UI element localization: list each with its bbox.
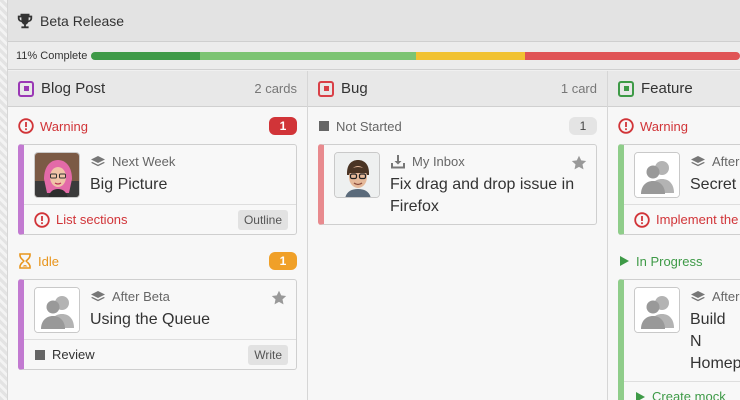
play-icon [618, 255, 630, 267]
card-title: Using the Queue [90, 311, 211, 328]
bug-type-icon [318, 80, 334, 97]
group-warning[interactable]: Warning [608, 114, 740, 138]
card-task-label: Implement the [656, 212, 739, 227]
group-count-badge: 1 [269, 252, 297, 270]
card-task-label: List sections [56, 212, 128, 227]
progress-label: 11% Complete [16, 49, 88, 62]
progress-segment-complete [91, 51, 201, 60]
column-header[interactable]: Feature [608, 71, 740, 107]
layers-icon [690, 290, 706, 304]
group-label: Not Started [336, 118, 402, 134]
avatar-placeholder-icon [34, 287, 80, 333]
layers-icon [90, 290, 106, 304]
group-label: Idle [38, 253, 59, 269]
card-big-picture[interactable]: Next Week Big Picture List sections Outl… [18, 144, 297, 235]
board-title: Beta Release [40, 12, 125, 29]
left-edge-strip [0, 0, 8, 400]
progress-bar [91, 51, 740, 60]
column-header[interactable]: Blog Post 2 cards [8, 71, 307, 107]
hourglass-icon [18, 253, 32, 269]
column-title: Feature [641, 80, 693, 97]
column-header[interactable]: Bug 1 card [308, 71, 607, 107]
card-stage-tag: Write [248, 344, 288, 365]
card-milestone: After Beta [712, 154, 740, 169]
progress-segment-warning [524, 51, 740, 60]
avatar-placeholder-icon [634, 152, 680, 198]
card-milestone: Next Week [112, 154, 176, 169]
card-using-the-queue[interactable]: After Beta Using the Queue Review Write [18, 279, 297, 370]
card-task-label: Review [52, 347, 95, 362]
card-milestone: After [712, 289, 740, 304]
column-blog-post: Blog Post 2 cards Warning 1 Next Week Bi… [8, 71, 308, 400]
avatar [34, 152, 80, 198]
star-icon[interactable] [571, 155, 587, 176]
column-title: Blog Post [41, 80, 106, 97]
card-milestone: My Inbox [412, 154, 465, 169]
group-idle[interactable]: Idle 1 [8, 249, 307, 273]
square-status-icon [34, 349, 46, 361]
card-title: Secret [690, 176, 737, 193]
card-build-homepage[interactable]: After Build N Homep Create mock [618, 279, 740, 400]
card-stage-tag: Outline [237, 209, 288, 230]
card-task-label: Create mock [652, 389, 726, 400]
card-secret[interactable]: After Beta Secret Implement the [618, 144, 740, 235]
square-status-icon [318, 120, 330, 132]
group-label: In Progress [636, 253, 703, 269]
layers-icon [90, 155, 106, 169]
star-icon[interactable] [271, 290, 287, 311]
warning-icon [18, 118, 34, 134]
group-label: Warning [40, 118, 88, 134]
card-title: Build N Homep [690, 311, 740, 372]
column-feature: Feature Warning After Secret Implement t… [608, 71, 740, 400]
card-fix-drag-drop[interactable]: My Inbox Fix drag and drop issue in Fire… [318, 144, 597, 225]
warning-icon [634, 211, 650, 228]
column-card-count: 1 card [560, 81, 597, 96]
avatar-placeholder-icon [634, 287, 680, 333]
group-not-started[interactable]: Not Started 1 [308, 114, 607, 138]
inbox-download-icon [390, 154, 406, 169]
card-title: Big Picture [90, 176, 168, 193]
group-label: Warning [640, 118, 688, 134]
blog-post-type-icon [18, 80, 34, 97]
column-bug: Bug 1 card Not Started 1 My Inbox Fix dr… [308, 71, 608, 400]
progress-row: 11% Complete [8, 42, 740, 70]
avatar [334, 152, 380, 198]
title-bar: Beta Release [8, 0, 740, 42]
group-count-badge: 1 [569, 117, 597, 135]
group-in-progress[interactable]: In Progress [608, 249, 740, 273]
column-card-count: 2 cards [254, 81, 297, 96]
layers-icon [690, 155, 706, 169]
progress-segment-idle [415, 51, 525, 60]
card-milestone: After Beta [112, 289, 170, 304]
trophy-icon [17, 13, 33, 28]
warning-icon [618, 118, 634, 134]
progress-segment-in-progress [200, 51, 416, 60]
play-icon [634, 391, 646, 400]
feature-type-icon [618, 80, 634, 97]
group-count-badge: 1 [269, 117, 297, 135]
column-title: Bug [341, 80, 368, 97]
group-warning[interactable]: Warning 1 [8, 114, 307, 138]
card-title: Fix drag and drop issue in Firefox [390, 176, 575, 215]
warning-icon [34, 211, 50, 228]
